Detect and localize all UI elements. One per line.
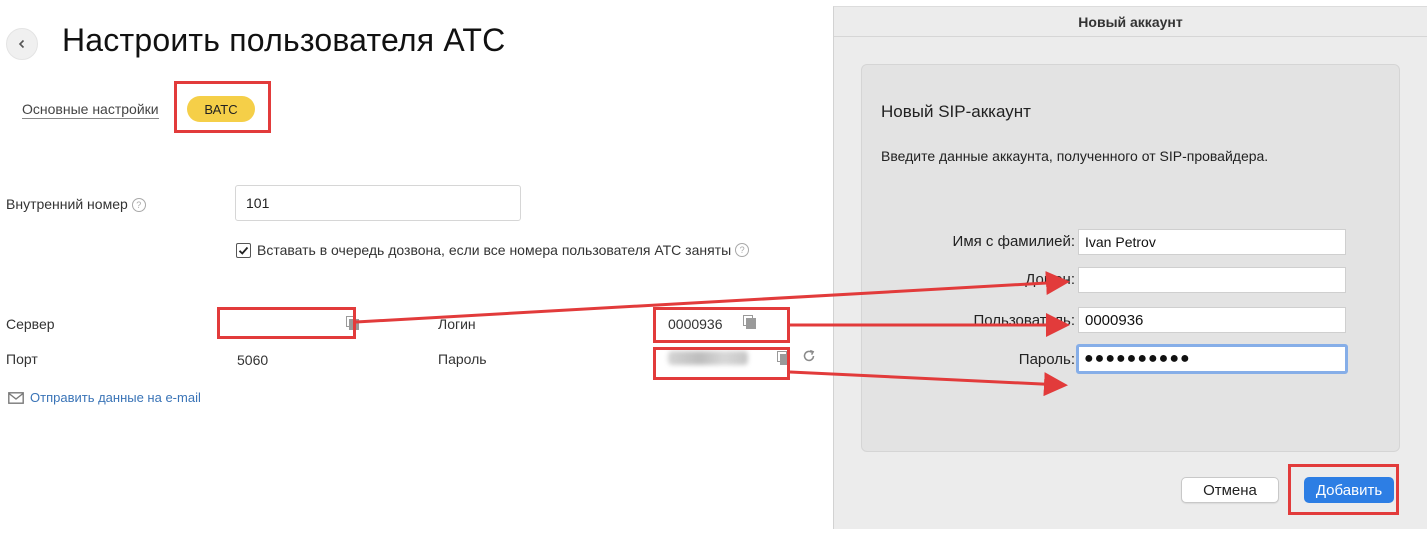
login-value: 0000936 — [668, 316, 723, 332]
tab-vats[interactable]: ВАТС — [187, 96, 255, 122]
internal-number-label-text: Внутренний номер — [6, 196, 128, 212]
domain-label: Домен: — [1025, 271, 1075, 288]
password-label: Пароль: — [1018, 351, 1075, 368]
password-input[interactable]: ●●●●●●●●●● — [1076, 344, 1348, 374]
checkmark-icon — [238, 246, 249, 255]
add-button[interactable]: Добавить — [1304, 477, 1394, 503]
queue-checkbox-label: Вставать в очередь дозвона, если все ном… — [257, 242, 732, 258]
domain-input[interactable] — [1078, 267, 1346, 293]
user-input[interactable] — [1078, 307, 1346, 333]
server-label: Сервер — [6, 316, 55, 332]
user-label: Пользователь: — [973, 312, 1075, 329]
internal-number-label: Внутренний номер? — [6, 196, 146, 213]
internal-number-input[interactable] — [235, 185, 521, 221]
ats-user-settings-panel: Настроить пользователя АТС Основные наст… — [0, 0, 833, 539]
server-value — [232, 316, 332, 332]
tab-main-settings[interactable]: Основные настройки — [22, 101, 159, 119]
password-label: Пароль — [438, 351, 487, 367]
port-label: Порт — [6, 351, 38, 367]
password-blurred-value — [668, 351, 748, 365]
queue-checkbox-row[interactable]: Вставать в очередь дозвона, если все ном… — [236, 242, 750, 258]
page-title: Настроить пользователя АТС — [62, 22, 506, 58]
copy-icon[interactable] — [346, 316, 359, 330]
copy-icon[interactable] — [743, 315, 756, 329]
dialog-content-panel — [861, 64, 1400, 452]
back-button[interactable] — [6, 28, 38, 60]
send-email-link[interactable]: Отправить данные на e-mail — [8, 390, 201, 405]
name-input[interactable] — [1078, 229, 1346, 255]
help-icon[interactable]: ? — [735, 243, 750, 257]
envelope-icon — [8, 391, 24, 404]
refresh-icon[interactable] — [802, 349, 816, 363]
port-value: 5060 — [237, 352, 269, 368]
dialog-subtitle: Введите данные аккаунта, полученного от … — [881, 148, 1269, 164]
new-account-dialog: Новый аккаунт Новый SIP-аккаунт Введите … — [833, 6, 1427, 529]
queue-checkbox[interactable] — [236, 242, 251, 258]
send-email-link-text: Отправить данные на e-mail — [30, 390, 201, 405]
help-icon[interactable]: ? — [131, 198, 146, 213]
name-label: Имя с фамилией: — [952, 233, 1075, 250]
login-label: Логин — [438, 316, 476, 332]
chevron-left-icon — [18, 39, 25, 49]
cancel-button[interactable]: Отмена — [1181, 477, 1279, 503]
dialog-heading: Новый SIP-аккаунт — [881, 102, 1031, 121]
copy-icon[interactable] — [777, 351, 790, 365]
dialog-title: Новый аккаунт — [834, 7, 1427, 37]
